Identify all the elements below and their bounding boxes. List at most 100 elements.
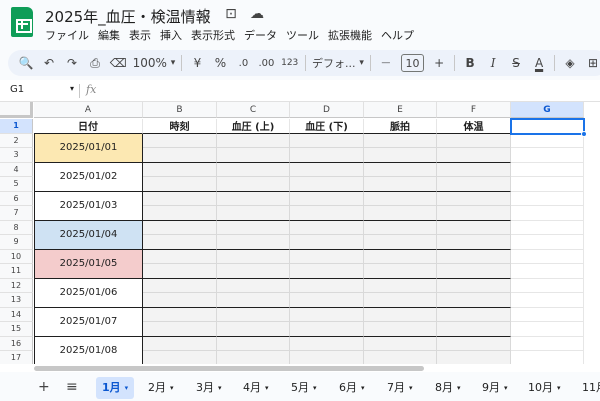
data-cell[interactable] — [364, 220, 437, 235]
row-header[interactable]: 12 — [0, 278, 33, 293]
data-cell[interactable] — [143, 293, 217, 308]
row-header[interactable]: 8 — [0, 220, 33, 235]
data-cell[interactable] — [143, 264, 217, 279]
data-cell[interactable] — [437, 264, 511, 279]
row-header[interactable]: 14 — [0, 307, 33, 322]
data-cell[interactable] — [364, 249, 437, 264]
menu-view[interactable]: 表示 — [129, 27, 151, 43]
percent-format-button[interactable]: % — [212, 53, 228, 73]
italic-button[interactable]: I — [485, 53, 501, 73]
sheet-tab-chevron-down-icon[interactable]: ▾ — [265, 384, 269, 392]
data-cell[interactable] — [290, 206, 364, 221]
blank-cell[interactable] — [511, 220, 584, 235]
sheet-tab[interactable]: 10月 ▾ — [522, 377, 567, 399]
decrease-decimal-button[interactable]: .0 — [235, 53, 251, 73]
select-all-corner[interactable] — [0, 102, 33, 118]
blank-cell[interactable] — [511, 264, 584, 279]
sheet-tab[interactable]: 11月 — [576, 377, 600, 399]
row-header[interactable]: 10 — [0, 249, 33, 264]
menu-data[interactable]: データ — [244, 27, 277, 43]
print-icon[interactable]: ⎙ — [87, 53, 103, 73]
data-cell[interactable] — [290, 235, 364, 250]
scrollbar-thumb[interactable] — [34, 366, 424, 371]
data-cell[interactable] — [290, 278, 364, 293]
blank-cell[interactable] — [511, 133, 584, 148]
data-cell[interactable] — [364, 191, 437, 206]
blank-cell[interactable] — [511, 278, 584, 293]
row-header[interactable]: 7 — [0, 206, 33, 221]
data-cell[interactable] — [143, 191, 217, 206]
data-cell[interactable] — [290, 336, 364, 351]
increase-decimal-button[interactable]: .00 — [258, 53, 274, 73]
decrease-font-size-button[interactable]: — — [378, 53, 394, 73]
header-cell[interactable]: 血圧 (上) — [217, 119, 290, 134]
sheet-tab-chevron-down-icon[interactable]: ▾ — [361, 384, 365, 392]
sheet-tab-chevron-down-icon[interactable]: ▾ — [125, 384, 129, 392]
data-cell[interactable] — [143, 220, 217, 235]
add-sheet-button[interactable]: + — [38, 379, 50, 395]
strikethrough-button[interactable]: S — [508, 53, 524, 73]
data-cell[interactable] — [143, 322, 217, 337]
data-cell[interactable] — [217, 351, 290, 364]
header-cell[interactable]: 日付 — [34, 119, 143, 134]
blank-cell[interactable] — [511, 293, 584, 308]
sheet-tab[interactable]: 3月 ▾ — [190, 377, 228, 399]
document-title[interactable]: 2025年_血圧・検温情報 — [45, 6, 211, 27]
menu-insert[interactable]: 挿入 — [160, 27, 182, 43]
blank-cell[interactable] — [511, 307, 584, 322]
borders-icon[interactable]: ⊞ — [585, 53, 600, 73]
blank-cell[interactable] — [511, 177, 584, 192]
data-cell[interactable] — [437, 322, 511, 337]
date-cell[interactable]: 2025/01/02 — [34, 162, 143, 192]
date-cell[interactable]: 2025/01/05 — [34, 249, 143, 279]
column-header-b[interactable]: B — [143, 102, 217, 118]
sheet-tab[interactable]: 7月 ▾ — [381, 377, 419, 399]
data-cell[interactable] — [364, 351, 437, 364]
currency-format-button[interactable]: ¥ — [189, 53, 205, 73]
column-header-c[interactable]: C — [217, 102, 290, 118]
sheet-tab[interactable]: 8月 ▾ — [429, 377, 467, 399]
blank-cell[interactable] — [511, 235, 584, 250]
sheet-tab[interactable]: 5月 ▾ — [285, 377, 323, 399]
more-formats-button[interactable]: 123 — [281, 53, 298, 73]
data-cell[interactable] — [437, 336, 511, 351]
sheet-tab-chevron-down-icon[interactable]: ▾ — [409, 384, 413, 392]
data-cell[interactable] — [217, 322, 290, 337]
cloud-status-icon[interactable]: ☁ — [249, 6, 265, 22]
row-header[interactable]: 11 — [0, 264, 33, 279]
data-cell[interactable] — [437, 307, 511, 322]
data-cell[interactable] — [290, 264, 364, 279]
data-cell[interactable] — [364, 336, 437, 351]
data-cell[interactable] — [437, 206, 511, 221]
data-cell[interactable] — [290, 191, 364, 206]
data-cell[interactable] — [290, 148, 364, 163]
data-cell[interactable] — [217, 191, 290, 206]
row-header[interactable]: 1 — [0, 119, 33, 134]
menu-extensions[interactable]: 拡張機能 — [328, 27, 372, 43]
header-cell[interactable]: 脈拍 — [364, 119, 437, 134]
spreadsheet-grid[interactable]: A B C D E F G 1 2 3 4 5 6 7 8 9 10 11 12 13 14 15 16 17 日付 時刻 血圧 (… — [0, 102, 600, 364]
data-cell[interactable] — [217, 307, 290, 322]
data-cell[interactable] — [217, 177, 290, 192]
data-cell[interactable] — [437, 177, 511, 192]
sheet-tab-chevron-down-icon[interactable]: ▾ — [457, 384, 461, 392]
data-cell[interactable] — [437, 148, 511, 163]
blank-cell[interactable] — [511, 162, 584, 177]
sheet-tab[interactable]: 2月 ▾ — [142, 377, 180, 399]
header-cell[interactable]: 体温 — [437, 119, 511, 134]
sheet-tab[interactable]: 1月 ▾ — [96, 377, 135, 399]
date-cell[interactable]: 2025/01/07 — [34, 307, 143, 337]
data-cell[interactable] — [217, 133, 290, 148]
data-cell[interactable] — [217, 264, 290, 279]
increase-font-size-button[interactable]: + — [431, 53, 447, 73]
data-cell[interactable] — [143, 336, 217, 351]
sheet-tab-chevron-down-icon[interactable]: ▾ — [557, 384, 561, 392]
font-size-input[interactable]: 10 — [400, 54, 425, 72]
column-header-a[interactable]: A — [34, 102, 143, 118]
data-cell[interactable] — [217, 249, 290, 264]
data-cell[interactable] — [143, 235, 217, 250]
bold-button[interactable]: B — [462, 53, 478, 73]
date-cell[interactable]: 2025/01/08 — [34, 336, 143, 364]
data-cell[interactable] — [437, 133, 511, 148]
row-header[interactable]: 4 — [0, 162, 33, 177]
